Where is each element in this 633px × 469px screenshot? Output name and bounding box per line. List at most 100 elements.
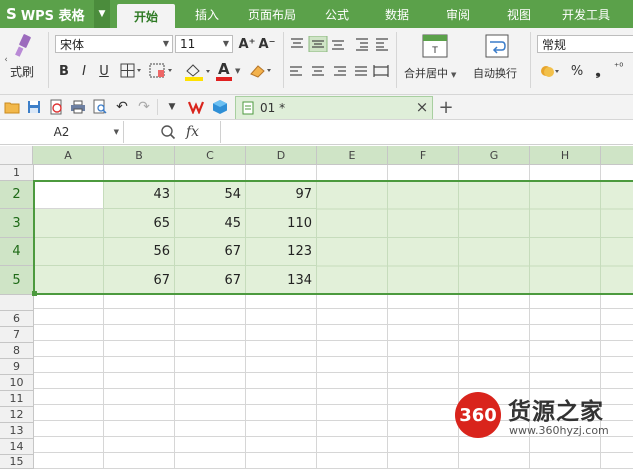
row-header-12[interactable]: 12	[0, 407, 33, 423]
column-header-b[interactable]: B	[104, 146, 175, 164]
format-painter-button[interactable]	[12, 33, 36, 59]
font-size-select[interactable]: 11 ▼	[175, 35, 233, 53]
tab-insert[interactable]: 插入	[180, 0, 234, 28]
comma-style-button[interactable]: ❟	[592, 62, 604, 80]
save-icon[interactable]	[26, 99, 42, 115]
cell[interactable]: 65	[104, 209, 175, 238]
row-header-2[interactable]: 2	[0, 181, 33, 209]
column-header-h[interactable]: H	[530, 146, 601, 164]
paint-bucket-icon	[185, 64, 210, 81]
cell[interactable]	[34, 165, 104, 181]
cell[interactable]: 67	[175, 266, 246, 295]
merge-center-button[interactable]: 合并居中 ▼	[404, 65, 456, 81]
cell[interactable]: 134	[246, 266, 317, 295]
increase-decimal-icon[interactable]: ⁺⁰	[614, 62, 633, 80]
tab-developer[interactable]: 开发工具	[553, 0, 619, 28]
fill-color-button[interactable]	[183, 62, 213, 82]
row-header-1[interactable]: 1	[0, 165, 33, 181]
row-header-5[interactable]: 5	[0, 266, 33, 295]
column-header-g[interactable]: G	[459, 146, 530, 164]
bold-button[interactable]: B	[56, 62, 72, 80]
watermark-url: www.360hyzj.com	[509, 424, 609, 437]
cube-icon[interactable]	[212, 99, 228, 115]
cell[interactable]: 67	[104, 266, 175, 295]
cell[interactable]	[34, 266, 104, 295]
formula-input[interactable]	[220, 121, 633, 143]
print-preview-icon[interactable]	[92, 99, 108, 115]
wps-logo[interactable]: S WPS 表格	[0, 0, 94, 28]
customize-toolbar-icon[interactable]: ▼	[164, 99, 180, 115]
tab-view[interactable]: 视图	[494, 0, 544, 28]
increase-font-button[interactable]: A⁺	[238, 35, 256, 53]
percent-button[interactable]: %	[570, 62, 584, 80]
fill-handle[interactable]	[32, 291, 37, 296]
row-header-10[interactable]: 10	[0, 375, 33, 391]
column-header-f[interactable]: F	[388, 146, 459, 164]
zoom-search-icon[interactable]	[160, 124, 176, 140]
cell-style-button[interactable]	[149, 63, 175, 79]
undo-icon[interactable]: ↶	[114, 99, 130, 115]
row-header-7[interactable]: 7	[0, 327, 33, 343]
cell[interactable]	[34, 238, 104, 266]
tab-data[interactable]: 数据	[372, 0, 422, 28]
cell[interactable]: 97	[246, 181, 317, 209]
document-tab[interactable]: 01 *	[235, 96, 433, 119]
wrap-text-icon[interactable]	[485, 34, 509, 60]
cell[interactable]: 54	[175, 181, 246, 209]
watermark-brand: 货源之家	[508, 399, 604, 425]
select-all-corner[interactable]	[0, 146, 33, 164]
active-cell-a2[interactable]	[34, 181, 104, 209]
cell[interactable]: 56	[104, 238, 175, 266]
cell[interactable]: 123	[246, 238, 317, 266]
cell[interactable]	[246, 165, 317, 181]
row-header-9[interactable]: 9	[0, 359, 33, 375]
wrap-text-button[interactable]: 自动换行	[473, 65, 517, 81]
app-menu-dropdown-icon[interactable]: ▼	[94, 0, 110, 28]
cell[interactable]	[175, 165, 246, 181]
cell[interactable]: 67	[175, 238, 246, 266]
wps-home-icon[interactable]	[188, 99, 208, 115]
currency-format-button[interactable]	[540, 63, 562, 79]
column-header-c[interactable]: C	[175, 146, 246, 164]
row-header-6[interactable]: 6	[0, 311, 33, 327]
row-header-15[interactable]: 15	[0, 455, 33, 469]
export-pdf-icon[interactable]	[48, 99, 64, 115]
cell[interactable]: 43	[104, 181, 175, 209]
row-header-3[interactable]: 3	[0, 209, 33, 238]
number-format-select[interactable]: 常规	[537, 35, 633, 53]
row-header-14[interactable]: 14	[0, 439, 33, 455]
cell[interactable]: 45	[175, 209, 246, 238]
font-color-button[interactable]: A ▼	[214, 60, 242, 82]
font-name-value: 宋体	[60, 37, 85, 52]
italic-button[interactable]: I	[76, 62, 92, 80]
clear-format-button[interactable]	[248, 62, 276, 80]
column-header-a[interactable]: A	[33, 146, 104, 164]
tab-page-layout[interactable]: 页面布局	[240, 0, 304, 28]
open-folder-icon[interactable]	[4, 99, 20, 115]
font-name-select[interactable]: 宋体 ▼	[55, 35, 173, 53]
underline-button[interactable]: U	[96, 62, 112, 80]
row-header-4[interactable]: 4	[0, 238, 33, 266]
name-box[interactable]: A2 ▼	[0, 121, 124, 143]
borders-button[interactable]	[120, 63, 144, 79]
tab-review[interactable]: 审阅	[433, 0, 483, 28]
ribbon-scroll-left-icon[interactable]: ‹	[2, 52, 10, 68]
insert-function-button[interactable]: fx	[186, 122, 204, 142]
cell[interactable]	[104, 165, 175, 181]
cell[interactable]: 110	[246, 209, 317, 238]
row-header-11[interactable]: 11	[0, 391, 33, 407]
decrease-font-button[interactable]: A⁻	[258, 35, 276, 53]
column-header-e[interactable]: E	[317, 146, 388, 164]
close-tab-icon[interactable]: ×	[414, 98, 430, 116]
tab-formulas[interactable]: 公式	[312, 0, 362, 28]
font-size-value: 11	[180, 37, 196, 51]
redo-icon[interactable]: ↷	[136, 99, 152, 115]
row-header-13[interactable]: 13	[0, 423, 33, 439]
new-tab-icon[interactable]: +	[437, 96, 455, 118]
cell[interactable]	[34, 209, 104, 238]
print-icon[interactable]	[70, 99, 86, 115]
column-header-d[interactable]: D	[246, 146, 317, 164]
row-header-8[interactable]: 8	[0, 343, 33, 359]
tab-home[interactable]: 开始	[117, 4, 175, 28]
merge-center-icon[interactable]: T	[422, 34, 448, 60]
